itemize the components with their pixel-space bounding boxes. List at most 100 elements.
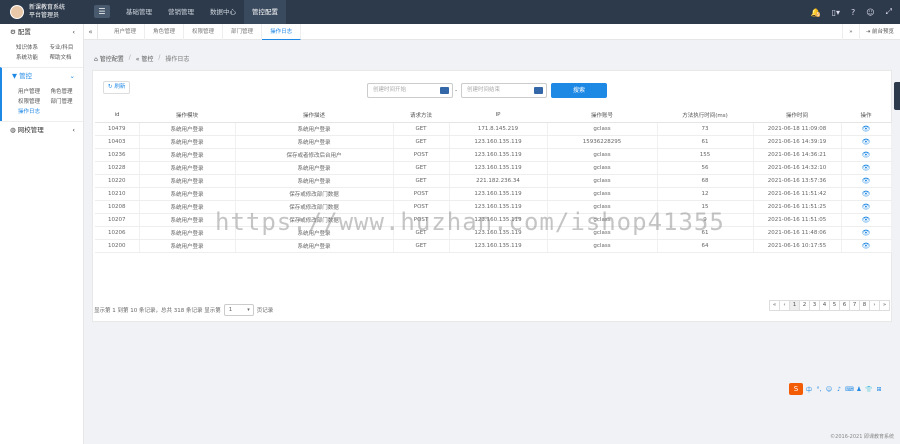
sidebar-section-header[interactable]: ▼ 管控 ⌄: [2, 68, 83, 84]
table-header-row: id 操作模块 操作描述 请求方法 IP 操作账号 方法执行时间(ms) 操作时…: [95, 109, 891, 123]
sidebar-item-subject[interactable]: 专业/科目: [50, 43, 84, 51]
end-date-input[interactable]: 创建时间结束: [461, 83, 547, 98]
sidebar-section-title: 网校管理: [17, 126, 44, 134]
breadcrumb-home[interactable]: ⌂ 管控配置: [94, 54, 124, 63]
col-header-account[interactable]: 操作账号: [547, 109, 657, 123]
tab-operation-log[interactable]: 操作日志: [262, 24, 302, 40]
cell-op-time: 2021-06-16 14:36:21: [753, 148, 842, 162]
cell-ip: 171.8.145.219: [449, 122, 548, 136]
col-header-method[interactable]: 请求方法: [393, 109, 449, 123]
eye-icon[interactable]: 👁: [841, 187, 892, 201]
cell-op-time: 2021-06-16 14:32:10: [753, 161, 842, 175]
ime-user-icon[interactable]: ♟: [855, 386, 863, 393]
sidebar-item-permissions[interactable]: 权限管理: [18, 97, 51, 105]
breadcrumb-mid[interactable]: « 管控: [136, 54, 154, 63]
ime-keyboard-icon[interactable]: ⌨: [845, 386, 854, 393]
ime-skin-icon[interactable]: 👕: [865, 386, 873, 393]
col-header-module[interactable]: 操作模块: [139, 109, 235, 123]
tab-scroll-right-icon[interactable]: »: [842, 24, 858, 40]
cell-account: 15936228295: [547, 135, 658, 149]
col-header-description[interactable]: 操作描述: [235, 109, 393, 123]
ime-grid-icon[interactable]: ⊞: [875, 386, 883, 393]
cell-id: 10207: [95, 213, 140, 227]
ime-logo[interactable]: S: [789, 383, 803, 395]
tab-users[interactable]: 用户管理: [106, 24, 146, 40]
cell-module: 系统用户登录: [139, 161, 236, 175]
sidebar-section-header[interactable]: ⚙ 配置 ‹: [0, 24, 83, 40]
eye-icon[interactable]: 👁: [841, 226, 892, 240]
sidebar-item-help-docs[interactable]: 帮助文档: [50, 53, 84, 61]
mobile-icon[interactable]: ▯▾: [832, 8, 840, 17]
ime-lang-toggle[interactable]: 中: [805, 385, 813, 394]
cell-method: GET: [393, 122, 450, 136]
cell-ip: 123.160.135.119: [449, 148, 548, 162]
sidebar-item-knowledge[interactable]: 知识体系: [16, 43, 50, 51]
tab-departments[interactable]: 部门管理: [223, 24, 263, 40]
cell-account: gclass: [547, 148, 658, 162]
page-size-select[interactable]: 1 ▾: [223, 304, 254, 316]
tab-roles[interactable]: 角色管理: [145, 24, 185, 40]
eye-icon[interactable]: 👁: [841, 135, 892, 149]
cell-description: 系统用户登录: [235, 239, 394, 253]
sidebar: ⚙ 配置 ‹ 知识体系 专业/科目 系统功能 帮助文档 ▼ 管控 ⌄ 用户管理 …: [0, 24, 84, 444]
eye-icon[interactable]: 👁: [841, 122, 892, 136]
col-header-exec-time[interactable]: 方法执行时间(ms): [657, 109, 753, 123]
avatar[interactable]: [10, 5, 24, 19]
eye-icon[interactable]: 👁: [841, 174, 892, 188]
cell-op-time: 2021-06-16 11:51:25: [753, 200, 842, 214]
eye-icon[interactable]: 👁: [841, 239, 892, 253]
eye-icon[interactable]: 👁: [841, 213, 892, 227]
sidebar-item-users[interactable]: 用户管理: [18, 87, 51, 95]
user-role[interactable]: 平台管理员: [29, 12, 65, 20]
cell-ip: 123.160.135.119: [449, 239, 548, 253]
chevron-left-icon: ‹: [72, 126, 75, 134]
cell-exec-time: 56: [657, 161, 754, 175]
user-icon[interactable]: ☺: [866, 8, 874, 17]
refresh-button[interactable]: ↻ 刷新: [103, 81, 131, 94]
table-row: 10479 系统用户登录 系统用户登录 GET 171.8.145.219 gclass 7…: [95, 122, 892, 136]
start-date-input[interactable]: 创建时间开始: [367, 83, 453, 98]
ime-punctuation-icon[interactable]: °,: [815, 386, 823, 393]
sidebar-section-header[interactable]: ◍ 网校管理 ‹: [0, 122, 83, 138]
top-nav-control[interactable]: 管控配置: [244, 0, 286, 24]
sidebar-item-roles[interactable]: 角色管理: [51, 87, 84, 95]
top-nav-marketing[interactable]: 营销管理: [160, 0, 202, 24]
eye-icon[interactable]: 👁: [841, 148, 892, 162]
tab-permissions[interactable]: 权限管理: [184, 24, 224, 40]
cell-id: 10220: [95, 174, 140, 188]
search-button[interactable]: 搜索: [551, 83, 607, 98]
calendar-icon[interactable]: [440, 87, 449, 94]
side-drawer-handle[interactable]: [894, 82, 900, 110]
bell-icon[interactable]: 🔔5: [811, 8, 821, 17]
cell-exec-time: 155: [657, 148, 754, 162]
page-button[interactable]: »: [879, 300, 890, 311]
expand-icon[interactable]: ⤢: [886, 7, 892, 17]
ime-emoji-icon[interactable]: ☺: [825, 386, 833, 393]
eye-icon[interactable]: 👁: [841, 161, 892, 175]
hamburger-icon[interactable]: ☰: [94, 5, 110, 18]
top-nav-data[interactable]: 数据中心: [202, 0, 244, 24]
sidebar-section-config: ⚙ 配置 ‹ 知识体系 专业/科目 系统功能 帮助文档: [0, 24, 83, 67]
calendar-icon[interactable]: [534, 87, 543, 94]
eye-icon[interactable]: 👁: [841, 200, 892, 214]
pager-info-suffix: 页记录: [256, 308, 274, 314]
col-header-ip[interactable]: IP: [449, 109, 547, 123]
pagination: «‹ 1 2 3 4 5 6 7 8 ›»: [769, 300, 890, 311]
help-icon[interactable]: ?: [851, 8, 855, 17]
cell-op-time: 2021-06-16 14:39:19: [753, 135, 842, 149]
sidebar-item-operation-log[interactable]: 操作日志: [18, 107, 51, 115]
cell-method: GET: [393, 161, 450, 175]
cell-description: 系统用户登录: [235, 122, 394, 136]
sidebar-item-system-func[interactable]: 系统功能: [16, 53, 50, 61]
cell-exec-time: 68: [657, 174, 754, 188]
col-header-op-time[interactable]: 操作时间: [753, 109, 841, 123]
cell-ip: 123.160.135.119: [449, 187, 548, 201]
top-nav-basic[interactable]: 基础管理: [118, 0, 160, 24]
cell-account: gclass: [547, 161, 658, 175]
col-header-id[interactable]: id: [95, 109, 139, 123]
top-nav: 基础管理 营销管理 数据中心 管控配置: [118, 0, 286, 24]
tab-scroll-left-icon[interactable]: «: [84, 24, 98, 40]
ime-voice-icon[interactable]: ♪: [835, 386, 843, 393]
frontend-preview-button[interactable]: ⇥ 前台预览: [858, 24, 900, 40]
sidebar-item-departments[interactable]: 部门管理: [51, 97, 84, 105]
